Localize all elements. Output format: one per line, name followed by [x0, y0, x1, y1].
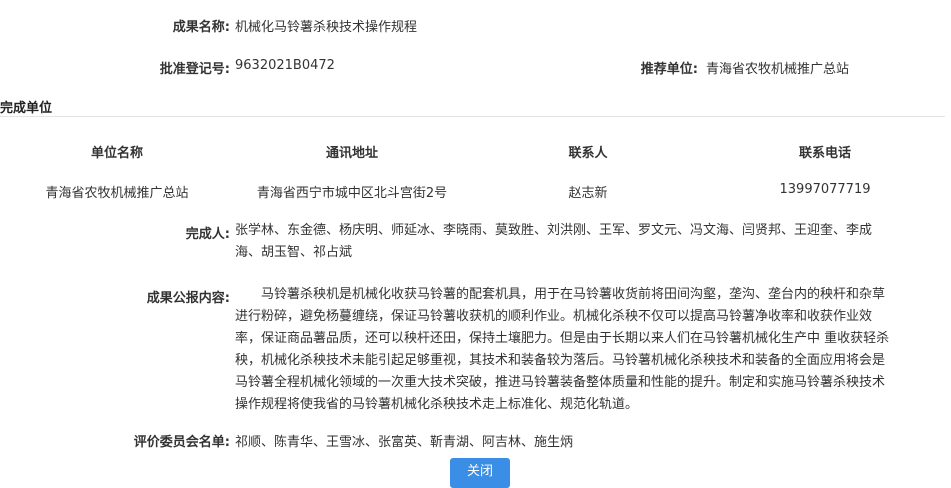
registration-label: 批准登记号:: [159, 62, 230, 77]
cell-phone: 13997077719: [779, 182, 871, 197]
completers-line-2: 海、胡玉智、祁占斌: [235, 245, 353, 260]
content-line: 马铃薯全程机械化领域的一次重大技术突破，推进马铃薯装备整体质量和性能的提升。制定…: [235, 375, 886, 390]
cell-contact: 赵志新: [568, 186, 608, 201]
bulletin-content-label: 成果公报内容:: [146, 291, 230, 306]
cell-unit-name: 青海省农牧机械推广总站: [45, 186, 189, 201]
result-name-label: 成果名称:: [172, 20, 230, 35]
header-contact: 联系人: [568, 146, 608, 161]
committee-value: 祁顺、陈青华、王雪冰、张富英、靳青湖、阿吉林、施生炳: [235, 435, 574, 450]
result-name-value: 机械化马铃薯杀秧技术操作规程: [235, 20, 418, 35]
content-line: 操作规程将使我省的马铃薯机械化杀秧技术走上标准化、规范化轨道。: [235, 397, 639, 412]
header-unit-name: 单位名称: [90, 146, 143, 161]
header-address: 通讯地址: [325, 146, 378, 161]
complete-unit-section-title: 完成单位: [0, 101, 53, 116]
cell-address: 青海省西宁市城中区北斗宫街2号: [256, 186, 448, 201]
section-divider: [0, 116, 945, 117]
recommend-unit-value: 青海省农牧机械推广总站: [706, 62, 850, 77]
close-button[interactable]: 关闭: [450, 458, 510, 488]
content-line: 进行粉碎，避免杨蔓缠绕，保证马铃薯收获机的顺利作业。机械化杀秧不仅可以提高马铃薯…: [235, 309, 873, 324]
committee-label: 评价委员会名单:: [133, 435, 230, 450]
completers-value: 张学林、东金德、杨庆明、师延冰、李晓雨、莫致胜、刘洪刚、王军、罗文元、冯文海、闫…: [235, 220, 945, 264]
header-phone: 联系电话: [798, 146, 851, 161]
content-line: 率，保证商品薯品质，还可以秧杆还田，保持土壤肥力。但是由于长期以来人们在马铃薯机…: [235, 331, 890, 346]
bulletin-content-text: 马铃薯杀秧机是机械化收获马铃薯的配套机具，用于在马铃薯收货前将田间沟壑，垄沟、垄…: [235, 284, 945, 416]
registration-value: 9632021B0472: [235, 58, 335, 73]
recommend-unit-label: 推荐单位:: [640, 62, 698, 77]
content-line: 马铃薯杀秧机是机械化收获马铃薯的配套机具，用于在马铃薯收货前将田间沟壑，垄沟、垄…: [235, 287, 886, 302]
completers-line-1: 张学林、东金德、杨庆明、师延冰、李晓雨、莫致胜、刘洪刚、王军、罗文元、冯文海、闫…: [235, 223, 873, 238]
completers-label: 完成人:: [185, 227, 230, 242]
content-line: 秧，机械化杀秧技术未能引起足够重视，其技术和装备较为落后。马铃薯机械化杀秧技术和…: [235, 353, 886, 368]
